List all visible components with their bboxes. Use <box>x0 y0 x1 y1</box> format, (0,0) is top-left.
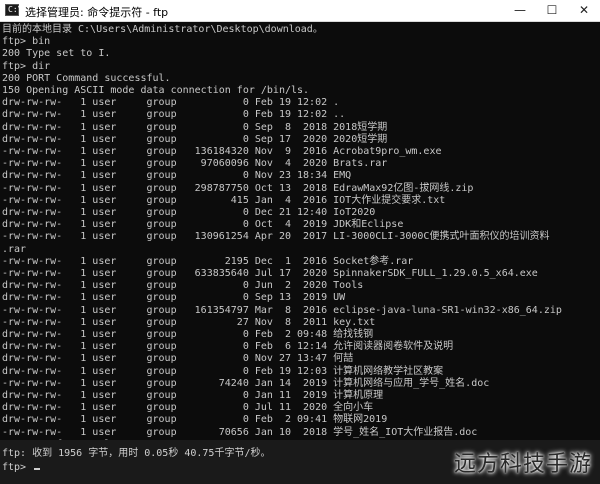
console-line: drw-rw-rw- 1 user group 0 Sep 8 2018 201… <box>2 121 388 133</box>
console-line: -rw-rw-rw- 1 user group 27 Nov 8 2011 ke… <box>2 316 376 328</box>
console-line: 200 Type set to I. <box>2 48 111 60</box>
console-line: 目前的本地目录 C:\Users\Administrator\Desktop\d… <box>2 24 323 35</box>
console-line: 150 Opening ASCII mode data connection f… <box>2 85 310 96</box>
console-line: -rw-rw-rw- 1 user group 70656 Jan 10 201… <box>2 426 478 438</box>
close-button[interactable]: ✕ <box>569 0 599 21</box>
console-line: -rw-rw-rw- 1 user group 97060096 Nov 4 2… <box>2 158 388 170</box>
ftp-prompt[interactable]: ftp> <box>2 462 41 474</box>
console-line: ftp> dir <box>2 60 51 72</box>
console-line: drw-rw-rw- 1 user group 0 Jun 2 2020 Too… <box>2 280 364 292</box>
transfer-summary: ftp: 收到 1956 字节，用时 0.05秒 40.75千字节/秒。 <box>2 448 271 459</box>
console-line: drw-rw-rw- 1 user group 0 Feb 2 09:48 给找… <box>2 329 374 340</box>
console-output[interactable]: 目前的本地目录 C:\Users\Administrator\Desktop\d… <box>0 22 600 450</box>
console-line: drw-rw-rw- 1 user group 0 Feb 19 12:02 .… <box>2 109 346 121</box>
console-line: .rar <box>2 243 27 255</box>
minimize-button[interactable]: — <box>505 0 535 21</box>
console-line: drw-rw-rw- 1 user group 0 Oct 4 2019 JDK… <box>2 219 404 231</box>
console-line: drw-rw-rw- 1 user group 0 Sep 17 2020 20… <box>2 133 388 145</box>
console-line: drw-rw-rw- 1 user group 0 Feb 6 12:14 允许… <box>2 341 454 353</box>
console-line: drw-rw-rw- 1 user group 0 Dec 21 12:40 I… <box>2 207 376 218</box>
console-line: -rw-rw-rw- 1 user group 74240 Jan 14 201… <box>2 377 490 389</box>
console-line: -rw-rw-rw- 1 user group 130961254 Apr 20… <box>2 231 550 243</box>
console-line: 200 PORT Command successful. <box>2 72 171 84</box>
title-bar: C:\ 选择管理员: 命令提示符 - ftp — ☐ ✕ <box>0 0 600 22</box>
console-line: drw-rw-rw- 1 user group 0 Sep 13 2019 UW <box>2 292 346 304</box>
console-line: ftp> bin <box>2 36 51 48</box>
console-line: -rw-rw-rw- 1 user group 161354797 Mar 8 … <box>2 304 562 316</box>
console-line: drw-rw-rw- 1 user group 0 Feb 19 12:03 计… <box>2 365 444 377</box>
console-line: drw-rw-rw- 1 user group 0 Nov 27 13:47 何… <box>2 353 354 365</box>
console-line: -rw-rw-rw- 1 user group 2195 Dec 1 2016 … <box>2 255 414 267</box>
maximize-button[interactable]: ☐ <box>537 0 567 21</box>
console-line: drw-rw-rw- 1 user group 0 Jul 11 2020 全向… <box>2 402 374 414</box>
text-cursor <box>34 468 41 470</box>
console-line: drw-rw-rw- 1 user group 0 Jan 11 2019 计算… <box>2 390 384 401</box>
console-line: -rw-rw-rw- 1 user group 633835640 Jul 17… <box>2 268 538 279</box>
watermark: 远方科技手游 <box>453 452 592 477</box>
console-line: drw-rw-rw- 1 user group 0 Feb 2 09:41 物联… <box>2 414 388 426</box>
console-line: -rw-rw-rw- 1 user group 136184320 Nov 9 … <box>2 146 442 157</box>
console-line: drw-rw-rw- 1 user group 0 Feb 19 12:02 . <box>2 97 340 109</box>
console-line: -rw-rw-rw- 1 user group 298787750 Oct 13… <box>2 182 474 194</box>
console-line: -rw-rw-rw- 1 user group 415 Jan 4 2016 I… <box>2 194 446 206</box>
console-line: drw-rw-rw- 1 user group 0 Nov 23 18:34 E… <box>2 170 352 182</box>
window-title: 选择管理员: 命令提示符 - ftp <box>25 6 169 19</box>
command-prompt-icon: C:\ <box>5 4 22 16</box>
